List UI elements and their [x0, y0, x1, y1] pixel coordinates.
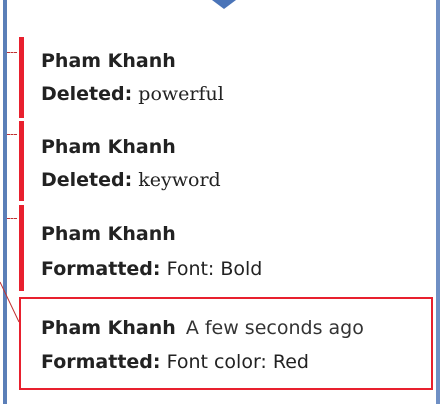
comment-author: Pham Khanh — [41, 136, 176, 158]
pane-pointer-icon — [212, 0, 236, 9]
comment-author: Pham Khanh — [41, 50, 176, 72]
revision-action: Deleted: — [41, 83, 133, 105]
pane-left-border — [3, 0, 7, 404]
revision-action: Formatted: — [41, 351, 161, 373]
markup-connector — [7, 52, 17, 53]
revision-balloon-selected[interactable]: Pham Khanh A few seconds ago Formatted: F… — [19, 297, 433, 390]
comment-author: Pham Khanh — [41, 317, 176, 339]
revision-marker-bar — [19, 205, 24, 291]
revision-description: Deleted: powerful — [41, 82, 224, 106]
pane-right-border[interactable] — [436, 0, 440, 404]
markup-connector — [7, 134, 17, 135]
revision-description: Deleted: keyword — [41, 168, 221, 192]
revision-description: Formatted: Font: Bold — [41, 257, 262, 281]
comment-author: Pham Khanh — [41, 223, 176, 245]
revision-balloon[interactable]: Pham Khanh Formatted: Font: Bold — [19, 205, 433, 291]
revision-marker-bar — [19, 121, 24, 201]
comments-pane: Pham Khanh Deleted: powerful Pham Khanh … — [0, 0, 443, 404]
revision-marker-bar — [19, 37, 24, 118]
revision-detail: Font: Bold — [166, 258, 263, 280]
comment-timestamp: A few seconds ago — [185, 317, 364, 339]
revision-balloon[interactable]: Pham Khanh Deleted: keyword — [19, 121, 433, 201]
markup-connector — [7, 218, 17, 219]
revision-detail: powerful — [138, 83, 224, 105]
revision-detail: Font color: Red — [166, 351, 309, 373]
revision-action: Formatted: — [41, 258, 161, 280]
revision-action: Deleted: — [41, 169, 133, 191]
revision-description: Formatted: Font color: Red — [41, 350, 309, 374]
revision-detail: keyword — [138, 169, 221, 191]
revision-balloon[interactable]: Pham Khanh Deleted: powerful — [19, 37, 433, 118]
comment-header: Pham Khanh A few seconds ago — [41, 316, 364, 340]
